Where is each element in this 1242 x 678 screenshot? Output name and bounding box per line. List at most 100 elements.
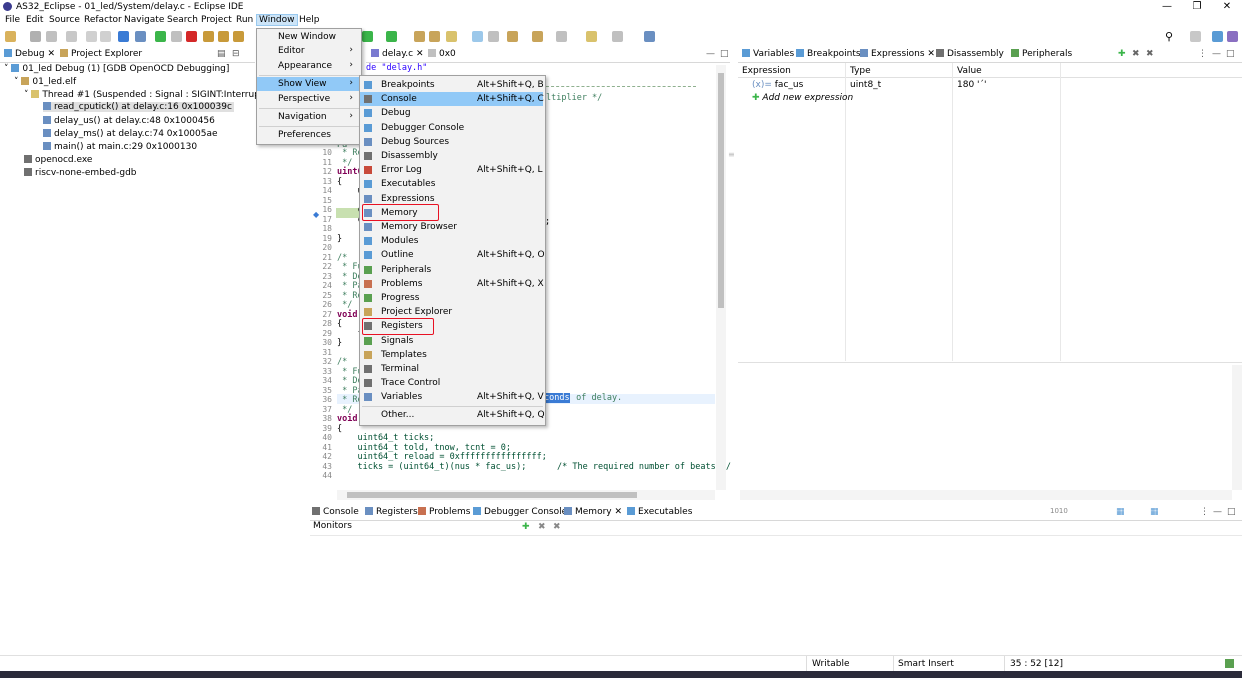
search-icon[interactable]: ⚲ bbox=[1165, 30, 1173, 43]
tree-launch[interactable]: ˅ 01_led Debug (1) [GDB OpenOCD Debuggin… bbox=[4, 64, 229, 74]
menu-item-editor[interactable]: Editor › bbox=[257, 44, 361, 58]
step-into-icon[interactable] bbox=[203, 31, 214, 42]
tree-thread[interactable]: ˅ Thread #1 (Suspended : Signal : SIGINT… bbox=[24, 90, 267, 100]
close-button[interactable]: ✕ bbox=[1212, 0, 1242, 14]
tab-problems[interactable]: Problems bbox=[418, 507, 470, 517]
menu-item-trace-control[interactable]: Trace Control bbox=[360, 376, 543, 390]
tab-peripherals[interactable]: Peripherals bbox=[1011, 49, 1072, 59]
tree-frame[interactable]: delay_ms() at delay.c:74 0x10005ae bbox=[43, 129, 218, 139]
forward-icon[interactable] bbox=[612, 31, 623, 42]
menu-item-memory-browser[interactable]: Memory Browser bbox=[360, 220, 543, 234]
tab-expressions[interactable]: Expressions ✕ bbox=[860, 49, 935, 59]
menu-edit[interactable]: Edit bbox=[24, 15, 45, 25]
next-annotation-icon[interactable] bbox=[507, 31, 518, 42]
link-icon[interactable]: ▦ bbox=[1116, 507, 1125, 517]
suspend-icon[interactable] bbox=[171, 31, 182, 42]
menu-navigate[interactable]: Navigate bbox=[122, 15, 166, 25]
debug-perspective-icon[interactable] bbox=[1212, 31, 1223, 42]
tree-frame[interactable]: delay_us() at delay.c:48 0x1000456 bbox=[43, 116, 215, 126]
menu-file[interactable]: File bbox=[3, 15, 22, 25]
toggle-block-icon[interactable] bbox=[488, 31, 499, 42]
run-icon[interactable] bbox=[362, 31, 373, 42]
maximize-editor-icon[interactable]: □ bbox=[720, 49, 729, 59]
tab-memory[interactable]: Memory ✕ bbox=[564, 507, 622, 517]
menu-refactor[interactable]: Refactor bbox=[82, 15, 124, 25]
step-over-icon[interactable] bbox=[218, 31, 229, 42]
terminate-icon[interactable] bbox=[186, 31, 197, 42]
details-hscrollbar[interactable] bbox=[740, 490, 1232, 500]
new-icon[interactable] bbox=[5, 31, 16, 42]
layout-icon[interactable]: ▦ bbox=[1150, 507, 1159, 517]
skip-breakpoints-icon[interactable] bbox=[135, 31, 146, 42]
menu-search[interactable]: Search bbox=[165, 15, 200, 25]
menu-item-debugger-console[interactable]: Debugger Console bbox=[360, 121, 543, 135]
maximize-view-icon[interactable]: □ bbox=[1226, 49, 1235, 59]
editor-hscroll-thumb[interactable] bbox=[347, 492, 637, 498]
add-expression-row[interactable]: ✚ Add new expression bbox=[752, 93, 853, 103]
menu-run[interactable]: Run bbox=[234, 15, 255, 25]
menu-item-perspective[interactable]: Perspective › bbox=[257, 92, 361, 106]
menu-item-peripherals[interactable]: Peripherals bbox=[360, 263, 543, 277]
view-menu-icon[interactable]: ⋮ bbox=[1198, 49, 1207, 59]
maximize-button[interactable]: ❐ bbox=[1182, 0, 1212, 14]
add-expression-icon[interactable]: ✚ bbox=[1118, 49, 1126, 59]
minimize-editor-icon[interactable]: — bbox=[706, 49, 715, 59]
minimize-view-icon[interactable]: ▤ bbox=[217, 49, 226, 59]
maximize-view-icon[interactable]: □ bbox=[1227, 507, 1236, 517]
menu-item-error-log[interactable]: Error Log Alt+Shift+Q, L bbox=[360, 163, 543, 177]
print-icon[interactable] bbox=[66, 31, 77, 42]
remove-monitor-icon[interactable]: ✖ bbox=[538, 522, 546, 532]
menu-project[interactable]: Project bbox=[199, 15, 234, 25]
expression-value[interactable]: 180 '´' bbox=[957, 80, 987, 90]
tab-debug[interactable]: Debug ✕ bbox=[4, 49, 55, 59]
menu-item-disassembly[interactable]: Disassembly bbox=[360, 149, 543, 163]
tree-elf[interactable]: ˅ 01_led.elf bbox=[14, 77, 76, 87]
notifications-icon[interactable] bbox=[1225, 659, 1234, 668]
tab-debugger-console[interactable]: Debugger Console bbox=[473, 507, 567, 517]
menu-item-problems[interactable]: Problems Alt+Shift+Q, X bbox=[360, 277, 544, 291]
menu-item-modules[interactable]: Modules bbox=[360, 234, 543, 248]
resume-icon[interactable] bbox=[155, 31, 166, 42]
step-return-icon[interactable] bbox=[233, 31, 244, 42]
menu-item-navigation[interactable]: Navigation › bbox=[257, 110, 361, 124]
prev-annotation-icon[interactable] bbox=[532, 31, 543, 42]
tab-delay-c[interactable]: delay.c ✕ bbox=[371, 49, 424, 59]
tab-breakpoints[interactable]: Breakpoints bbox=[796, 49, 861, 59]
tree-gdb[interactable]: riscv-none-embed-gdb bbox=[24, 168, 137, 178]
editor-vscrollbar[interactable] bbox=[716, 65, 726, 490]
menu-item-executables[interactable]: Executables bbox=[360, 177, 543, 191]
editor-vscroll-thumb[interactable] bbox=[718, 73, 724, 308]
tree-frame-selected[interactable]: read_cputick() at delay.c:16 0x100039c bbox=[43, 102, 234, 112]
remove-all-icon[interactable]: ✖ bbox=[1146, 49, 1154, 59]
remove-expression-icon[interactable]: ✖ bbox=[1132, 49, 1140, 59]
menu-item-progress[interactable]: Progress bbox=[360, 291, 543, 305]
add-monitor-icon[interactable]: ✚ bbox=[522, 522, 530, 532]
menu-item-outline[interactable]: Outline Alt+Shift+Q, O bbox=[360, 248, 545, 262]
minimize-view-icon[interactable]: — bbox=[1213, 507, 1222, 517]
menu-item-debug[interactable]: Debug bbox=[360, 106, 543, 120]
open-folder-icon[interactable] bbox=[429, 31, 440, 42]
menu-item-appearance[interactable]: Appearance › bbox=[257, 59, 361, 73]
menu-item-breakpoints[interactable]: Breakpoints Alt+Shift+Q, B bbox=[360, 78, 544, 92]
undo-icon[interactable] bbox=[86, 31, 97, 42]
menu-item-preferences[interactable]: Preferences bbox=[257, 128, 361, 142]
menu-item-new-window[interactable]: New Window bbox=[257, 30, 361, 44]
menu-help[interactable]: Help bbox=[297, 15, 322, 25]
remove-all-monitors-icon[interactable]: ✖ bbox=[553, 522, 561, 532]
tab-project-explorer[interactable]: Project Explorer bbox=[60, 49, 142, 59]
menu-item-templates[interactable]: Templates bbox=[360, 348, 543, 362]
minimize-button[interactable]: — bbox=[1152, 0, 1182, 14]
tab-registers[interactable]: Registers bbox=[365, 507, 418, 517]
tab-disassembly[interactable]: Disassembly bbox=[936, 49, 1004, 59]
tab-variables[interactable]: Variables bbox=[742, 49, 794, 59]
collapse-all-icon[interactable]: ⊟ bbox=[232, 49, 240, 59]
menu-item-variables[interactable]: Variables Alt+Shift+Q, V bbox=[360, 390, 544, 404]
menu-item-signals[interactable]: Signals bbox=[360, 334, 543, 348]
view-menu-icon[interactable]: ⋮ bbox=[1200, 507, 1209, 517]
terminal-icon[interactable] bbox=[118, 31, 129, 42]
tab-executables[interactable]: Executables bbox=[627, 507, 692, 517]
menu-item-console[interactable]: Console Alt+Shift+Q, C bbox=[360, 92, 544, 107]
col-value[interactable]: Value bbox=[957, 66, 982, 76]
menu-source[interactable]: Source bbox=[47, 15, 82, 25]
redo-icon[interactable] bbox=[100, 31, 111, 42]
